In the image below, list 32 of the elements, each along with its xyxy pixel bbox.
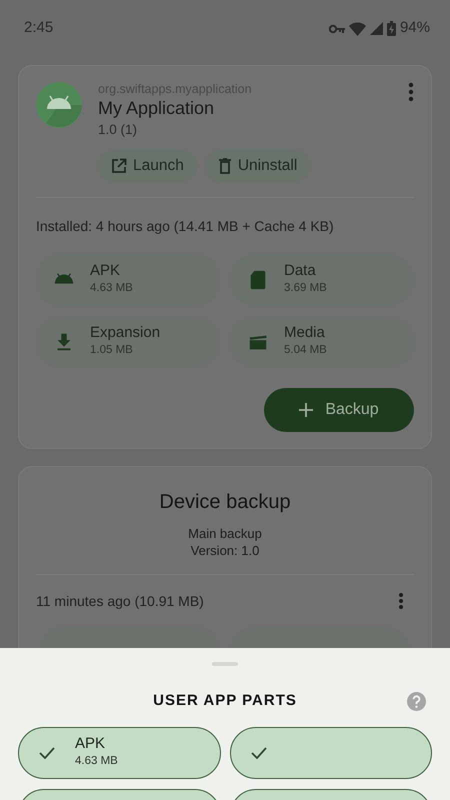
plus-icon	[299, 402, 314, 417]
app-part-chip[interactable]: Data 3.69 MB	[230, 254, 414, 306]
signal-icon	[370, 22, 383, 35]
app-part-chip[interactable]: Media 5.04 MB	[230, 316, 414, 368]
backup-version: Version: 1.0	[190, 542, 260, 560]
backup-name: Main backup	[187, 524, 263, 542]
app-title: My Application	[98, 97, 216, 120]
part-toggle-chip[interactable]	[230, 726, 432, 778]
battery-percent: 94%	[400, 18, 430, 38]
status-time: 2:45	[24, 18, 54, 38]
more-options-icon[interactable]	[408, 82, 414, 102]
card-title: Device backup	[158, 490, 292, 515]
check-icon	[250, 746, 266, 758]
backup-button[interactable]: Backup	[264, 388, 414, 432]
trash-icon	[218, 158, 232, 174]
check-icon	[39, 746, 55, 758]
help-icon[interactable]	[407, 692, 426, 711]
part-toggle-chip[interactable]: APK 4.63 MB	[18, 726, 220, 778]
app-part-chip[interactable]: Expansion 1.05 MB	[36, 316, 220, 368]
install-info: Installed: 4 hours ago (14.41 MB + Cache 4 KB)	[36, 216, 335, 236]
app-version: 1.0 (1)	[98, 121, 138, 140]
app-icon	[36, 82, 82, 128]
app-part-chip[interactable]: APK 4.63 MB	[36, 254, 220, 306]
sheet-title: USER APP PARTS	[153, 691, 297, 711]
launch-button[interactable]: Launch	[98, 148, 197, 183]
open-external-icon	[111, 158, 127, 174]
more-options-icon[interactable]	[398, 592, 404, 610]
uninstall-button[interactable]: Uninstall	[204, 148, 310, 183]
vpn-key-icon	[328, 24, 345, 34]
battery-icon	[386, 21, 396, 36]
backup-time: 11 minutes ago (10.91 MB)	[36, 592, 204, 611]
wifi-icon	[348, 22, 366, 36]
